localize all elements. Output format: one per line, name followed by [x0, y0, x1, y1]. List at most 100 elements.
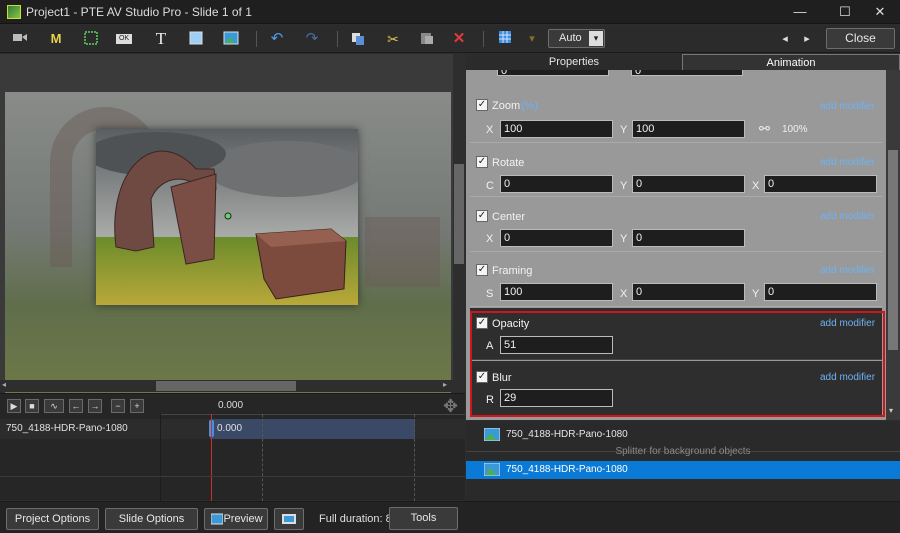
scroll-down-icon[interactable]: ▾: [889, 406, 893, 415]
nav-prev-icon[interactable]: ◂: [776, 30, 794, 48]
properties-scrollbar[interactable]: ▾: [886, 70, 900, 420]
step-forward-button[interactable]: →: [88, 399, 102, 413]
zoom-checkbox[interactable]: ✓: [476, 99, 488, 111]
bottom-bar: Project Options Slide Options Preview Fu…: [0, 501, 900, 533]
timeline: ▶ ■ ∿ ← → − + 0.000 ✥ 750_4188-HDR-Pano-…: [0, 393, 465, 501]
undo-icon[interactable]: ↶: [268, 30, 286, 48]
framing-label: Framing: [492, 265, 533, 277]
framing-add-modifier-link[interactable]: add modifier: [820, 265, 875, 276]
arrow-down-icon[interactable]: ▾: [523, 30, 541, 48]
rotate-y-label: Y: [620, 180, 628, 192]
slide-image[interactable]: [96, 129, 358, 305]
close-button[interactable]: Close: [826, 28, 895, 49]
image-icon: [484, 428, 500, 441]
scroll-left-icon[interactable]: ◂: [2, 380, 6, 389]
button-icon[interactable]: OK: [116, 34, 132, 44]
rotate-y-field[interactable]: 0: [632, 175, 745, 193]
close-window-button[interactable]: ✕: [857, 0, 900, 24]
preview-horizontal-thumb[interactable]: [156, 381, 296, 391]
auto-dropdown[interactable]: Auto ▾: [548, 29, 605, 48]
framing-s-label: S: [486, 288, 494, 300]
auto-dropdown-value: Auto: [559, 32, 582, 44]
zoom-unit: (%): [521, 100, 539, 112]
slide-canvas[interactable]: [5, 92, 451, 396]
preview-vertical-scrollbar[interactable]: [453, 54, 465, 380]
object-name: 750_4188-HDR-Pano-1080: [506, 429, 628, 440]
copy-icon[interactable]: [349, 30, 367, 48]
framing-section: ✓ Framing add modifier S 100 X 0 Y 0: [470, 253, 882, 307]
object-name: 750_4188-HDR-Pano-1080: [506, 464, 628, 475]
grid-icon[interactable]: [496, 30, 514, 48]
publish-button[interactable]: [274, 508, 304, 530]
scroll-right-icon[interactable]: ▸: [443, 380, 447, 389]
toolbar: M OK T ↶ ↷ ✂ ✕ ▾ Auto ▾ ◂ ▸ Close: [0, 25, 900, 53]
image-icon[interactable]: [222, 30, 240, 48]
zoom-section: ✓ Zoom (%) add modifier X 100 Y 100 ⚯ 10…: [470, 90, 882, 143]
text-icon[interactable]: T: [152, 30, 170, 48]
framing-s-field[interactable]: 100: [500, 283, 613, 301]
rotate-x-label: X: [752, 180, 760, 192]
center-x-field[interactable]: 0: [500, 229, 613, 247]
tab-animation[interactable]: Animation: [682, 54, 900, 70]
preview-area[interactable]: ◂ ▸: [0, 54, 465, 396]
partial-top-y-field[interactable]: 0: [631, 70, 743, 77]
stop-button[interactable]: ■: [25, 399, 39, 413]
properties-scroll-thumb[interactable]: [888, 150, 898, 350]
waveform-button[interactable]: ∿: [44, 399, 64, 413]
timeline-time-header: 0.000: [218, 400, 244, 411]
zoom-y-field[interactable]: 100: [632, 120, 745, 138]
objects-list: 750_4188-HDR-Pano-1080 Splitter for back…: [466, 421, 900, 501]
center-checkbox[interactable]: ✓: [476, 210, 488, 222]
framing-y-field[interactable]: 0: [764, 283, 877, 301]
tab-properties[interactable]: Properties: [466, 54, 682, 70]
splitter-label[interactable]: Splitter for background objects: [466, 446, 900, 457]
rotate-label: Rotate: [492, 157, 525, 169]
link-chain-icon[interactable]: ⚯: [759, 121, 770, 137]
play-button[interactable]: ▶: [7, 399, 21, 413]
center-y-field[interactable]: 0: [632, 229, 745, 247]
zoom-x-field[interactable]: 100: [500, 120, 613, 138]
zoom-label: Zoom: [492, 100, 521, 112]
object-item-selected[interactable]: 750_4188-HDR-Pano-1080: [466, 461, 900, 479]
rotate-c-field[interactable]: 0: [500, 175, 613, 193]
frame-icon[interactable]: [82, 30, 100, 48]
preview-icon: [211, 513, 223, 525]
cut-icon[interactable]: ✂: [384, 30, 402, 48]
preview-vertical-thumb[interactable]: [454, 164, 464, 264]
rotate-c-label: C: [486, 180, 494, 192]
background-block: [365, 217, 440, 287]
preview-horizontal-scrollbar[interactable]: ◂ ▸: [0, 380, 465, 392]
center-add-modifier-link[interactable]: add modifier: [820, 211, 875, 222]
project-options-button[interactable]: Project Options: [6, 508, 99, 530]
video-camera-icon[interactable]: [11, 30, 29, 48]
framing-x-field[interactable]: 0: [632, 283, 745, 301]
tools-button[interactable]: Tools: [389, 507, 458, 530]
preview-button[interactable]: Preview: [204, 508, 268, 530]
nav-next-icon[interactable]: ▸: [798, 30, 816, 48]
slide-options-button[interactable]: Slide Options: [105, 508, 198, 530]
zoom-add-modifier-link[interactable]: add modifier: [820, 101, 875, 112]
minimize-button[interactable]: —: [777, 0, 823, 24]
preview-label: Preview: [223, 513, 263, 525]
center-x-label: X: [486, 233, 494, 245]
delete-icon[interactable]: ✕: [450, 30, 468, 48]
redo-icon[interactable]: ↷: [303, 30, 321, 48]
window-title: Project1 - PTE AV Studio Pro - Slide 1 o…: [26, 5, 252, 19]
rotate-section: ✓ Rotate add modifier C 0 Y 0 X 0: [470, 145, 882, 197]
rotate-x-field[interactable]: 0: [764, 175, 877, 193]
framing-checkbox[interactable]: ✓: [476, 264, 488, 276]
rectangle-icon[interactable]: [187, 30, 205, 48]
move-handle-icon[interactable]: ✥: [443, 396, 463, 416]
dropdown-arrow-icon[interactable]: ▾: [589, 31, 603, 46]
zoom-out-button[interactable]: −: [111, 399, 125, 413]
rotate-add-modifier-link[interactable]: add modifier: [820, 157, 875, 168]
step-back-button[interactable]: ←: [69, 399, 83, 413]
image-icon: [484, 463, 500, 476]
framing-y-label: Y: [752, 288, 760, 300]
object-item[interactable]: 750_4188-HDR-Pano-1080: [466, 426, 900, 444]
zoom-in-button[interactable]: +: [130, 399, 144, 413]
rotate-checkbox[interactable]: ✓: [476, 156, 488, 168]
mask-icon[interactable]: M: [47, 30, 65, 48]
partial-top-x-field[interactable]: 0: [497, 70, 609, 77]
paste-icon[interactable]: [418, 30, 436, 48]
